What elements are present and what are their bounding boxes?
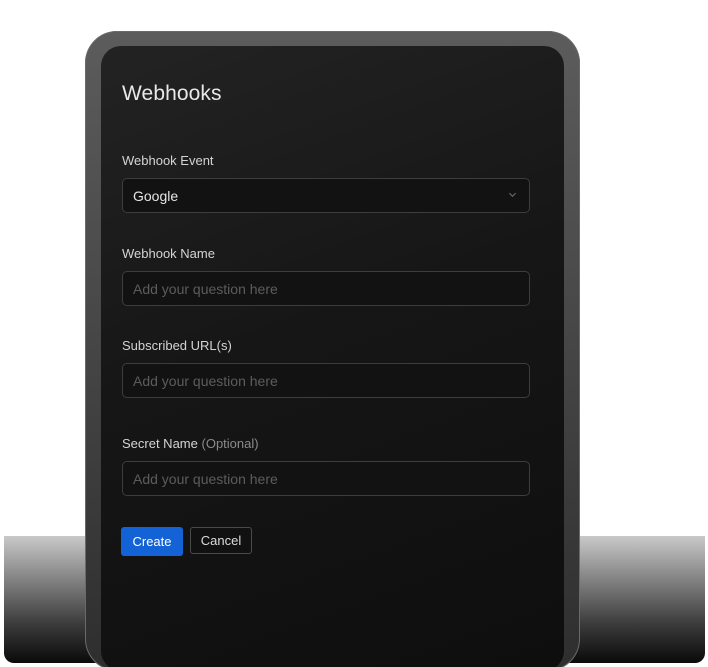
cancel-button[interactable]: Cancel xyxy=(190,527,252,554)
subscribed-urls-label: Subscribed URL(s) xyxy=(122,338,232,353)
subscribed-urls-field-box xyxy=(122,363,530,398)
webhook-event-select[interactable]: Google xyxy=(122,178,530,213)
page-title: Webhooks xyxy=(122,82,222,105)
secret-name-field-box xyxy=(122,461,530,496)
webhook-name-label: Webhook Name xyxy=(122,246,215,261)
webhook-name-field-box xyxy=(122,271,530,306)
mockup-stage: Webhooks Webhook Event Google Webhook Na… xyxy=(0,0,708,667)
webhook-name-input[interactable] xyxy=(123,272,529,305)
chevron-down-icon xyxy=(508,192,517,198)
webhooks-form-panel: Webhooks Webhook Event Google Webhook Na… xyxy=(101,46,564,667)
webhook-event-label: Webhook Event xyxy=(122,153,214,168)
secret-name-label: Secret Name (Optional) xyxy=(122,436,259,451)
subscribed-urls-input[interactable] xyxy=(123,364,529,397)
optional-note: (Optional) xyxy=(201,436,259,451)
secret-name-input[interactable] xyxy=(123,462,529,495)
create-button[interactable]: Create xyxy=(121,527,183,556)
webhook-event-selected-value: Google xyxy=(133,188,179,204)
secret-name-label-text: Secret Name xyxy=(122,436,198,451)
